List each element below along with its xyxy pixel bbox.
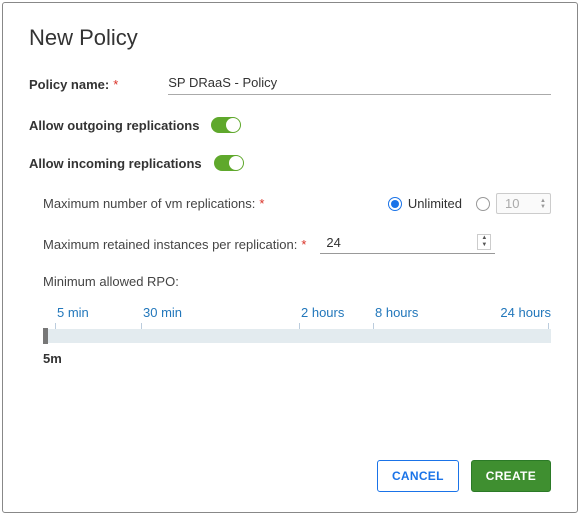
max-vm-row: Maximum number of vm replications:* Unli…	[43, 193, 551, 214]
max-instances-label: Maximum retained instances per replicati…	[43, 237, 306, 252]
outgoing-toggle[interactable]	[211, 117, 241, 133]
rpo-label: Minimum allowed RPO:	[43, 274, 551, 289]
radio-icon	[476, 197, 490, 211]
max-instances-field[interactable]: 24 ▲▼	[320, 234, 495, 254]
rpo-slider-track[interactable]	[43, 329, 551, 343]
rpo-section: Minimum allowed RPO: 5 min 30 min 2 hour…	[43, 274, 551, 366]
footer-buttons: Cancel Create	[377, 460, 551, 492]
rpo-tick: 2 hours	[301, 305, 344, 320]
rpo-tick: 8 hours	[375, 305, 418, 320]
rpo-slider-handle[interactable]	[43, 328, 48, 344]
policy-name-row: Policy name:*	[29, 73, 551, 95]
outgoing-label: Allow outgoing replications	[29, 118, 199, 133]
incoming-toggle[interactable]	[214, 155, 244, 171]
custom-count-box: 10 ▲▼	[496, 193, 551, 214]
radio-unlimited-label: Unlimited	[408, 196, 462, 211]
spinner-icon: ▲▼	[540, 198, 546, 210]
outgoing-toggle-row: Allow outgoing replications	[29, 117, 551, 133]
max-instances-value: 24	[326, 235, 340, 250]
custom-count-value: 10	[505, 196, 519, 211]
new-policy-dialog: New Policy Policy name:* Allow outgoing …	[2, 2, 578, 513]
create-button[interactable]: Create	[471, 460, 551, 492]
radio-icon	[388, 197, 402, 211]
incoming-label: Allow incoming replications	[29, 156, 202, 171]
radio-custom[interactable]: 10 ▲▼	[476, 193, 551, 214]
max-vm-radio-group: Unlimited 10 ▲▼	[388, 193, 551, 214]
max-vm-label: Maximum number of vm replications:*	[43, 196, 264, 211]
replication-settings: Maximum number of vm replications:* Unli…	[43, 193, 551, 366]
rpo-tick: 30 min	[143, 305, 182, 320]
incoming-toggle-row: Allow incoming replications	[29, 155, 551, 171]
rpo-ticks: 5 min 30 min 2 hours 8 hours 24 hours	[43, 305, 551, 323]
rpo-tick: 24 hours	[500, 305, 551, 320]
dialog-title: New Policy	[29, 25, 551, 51]
cancel-button[interactable]: Cancel	[377, 460, 459, 492]
policy-name-label: Policy name:*	[29, 77, 118, 92]
rpo-tick: 5 min	[57, 305, 89, 320]
max-instances-row: Maximum retained instances per replicati…	[43, 234, 551, 254]
policy-name-input[interactable]	[168, 73, 551, 95]
rpo-current: 5m	[43, 351, 551, 366]
spinner-icon[interactable]: ▲▼	[477, 234, 491, 250]
radio-unlimited[interactable]: Unlimited	[388, 196, 462, 211]
